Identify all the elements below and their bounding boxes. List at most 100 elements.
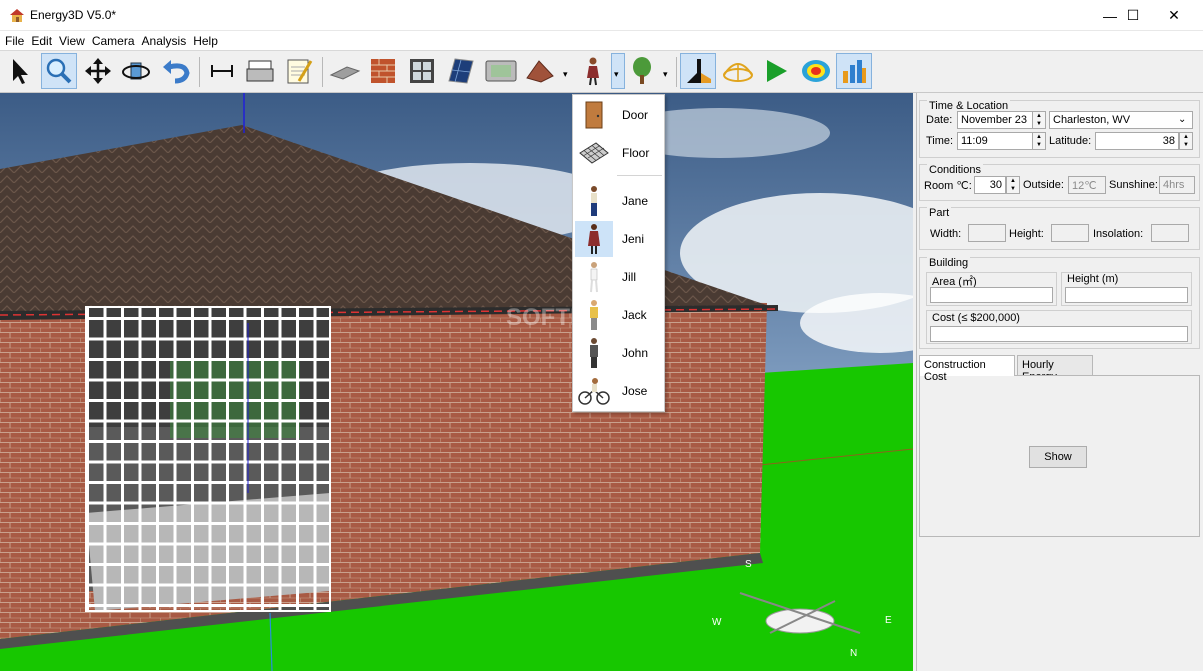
room-temp-spinner[interactable]: ▲ ▼ bbox=[1006, 176, 1020, 194]
sun-path-button[interactable] bbox=[720, 53, 756, 89]
part-group: Part Width: Height: Insolation: bbox=[919, 207, 1200, 250]
latitude-field[interactable]: 38 bbox=[1095, 132, 1179, 150]
zoom-tool-button[interactable] bbox=[41, 53, 77, 89]
john-figure-icon bbox=[575, 335, 613, 371]
compass-w: W bbox=[712, 617, 722, 628]
tab-panel: Show bbox=[919, 375, 1200, 537]
measure-button[interactable] bbox=[204, 53, 240, 89]
building-height-field[interactable] bbox=[1065, 287, 1188, 303]
date-label: Date: bbox=[926, 114, 953, 126]
wall-button[interactable] bbox=[365, 53, 401, 89]
human-dropdown-arrow[interactable]: ▾ bbox=[614, 69, 619, 80]
part-width-label: Width: bbox=[930, 228, 962, 240]
door-icon bbox=[575, 97, 613, 133]
energy-analysis-button[interactable] bbox=[836, 53, 872, 89]
menu-help[interactable]: Help bbox=[193, 34, 218, 48]
tree-button[interactable] bbox=[624, 53, 660, 89]
3d-viewport[interactable]: SOFTPEDIA N S E W bbox=[0, 93, 913, 671]
human-dropdown-menu: Door Floor Jane Jeni Jill Jack John Jose bbox=[572, 94, 665, 412]
latitude-spinner[interactable]: ▲ ▼ bbox=[1179, 132, 1193, 150]
maximize-button[interactable]: ☐ bbox=[1110, 0, 1156, 31]
printer-icon bbox=[246, 60, 274, 82]
sunshine-field: 4hrs bbox=[1159, 176, 1195, 194]
menu-bar: File Edit View Camera Analysis Help bbox=[0, 31, 1203, 51]
shadow-button[interactable] bbox=[680, 53, 716, 89]
date-spinner[interactable]: ▲ ▼ bbox=[1032, 111, 1046, 129]
dropdown-item-jane[interactable]: Jane bbox=[575, 183, 664, 219]
jack-figure-icon bbox=[575, 297, 613, 333]
conditions-title: Conditions bbox=[927, 164, 983, 176]
window-title: Energy3D V5.0* bbox=[30, 8, 117, 22]
dropdown-item-jeni[interactable]: Jeni bbox=[575, 221, 664, 257]
close-button[interactable]: ✕ bbox=[1151, 0, 1197, 31]
dropdown-item-jose[interactable]: Jose bbox=[575, 373, 664, 409]
dropdown-item-floor[interactable]: Floor bbox=[575, 135, 664, 171]
menu-view[interactable]: View bbox=[59, 34, 85, 48]
undo-button[interactable] bbox=[158, 53, 194, 89]
solar-panel-icon bbox=[448, 58, 474, 84]
jose-cyclist-icon bbox=[575, 373, 613, 409]
heatmap-button[interactable] bbox=[798, 53, 834, 89]
roof-button[interactable] bbox=[522, 53, 558, 89]
scene-render: SOFTPEDIA N S E W bbox=[0, 93, 913, 671]
window-icon bbox=[410, 59, 434, 83]
compass-e: E bbox=[885, 615, 892, 626]
toolbar: ▾ ▾ ▾ bbox=[0, 51, 1203, 93]
sensor-button[interactable] bbox=[483, 53, 519, 89]
dropdown-item-jill[interactable]: Jill bbox=[575, 259, 664, 295]
floor-grid-icon bbox=[575, 135, 613, 171]
room-temp-field[interactable]: 30 bbox=[974, 176, 1006, 194]
roof-dropdown-arrow[interactable]: ▾ bbox=[563, 69, 568, 80]
notes-button[interactable] bbox=[281, 53, 317, 89]
jeni-figure-icon bbox=[575, 221, 613, 257]
jill-figure-icon bbox=[575, 259, 613, 295]
area-box: Area (㎡) bbox=[926, 272, 1057, 306]
menu-camera[interactable]: Camera bbox=[92, 34, 135, 48]
foundation-button[interactable] bbox=[327, 53, 363, 89]
bar-chart-icon bbox=[843, 60, 866, 83]
outside-label: Outside: bbox=[1023, 179, 1064, 191]
magnifier-icon bbox=[46, 58, 72, 84]
window-button[interactable] bbox=[404, 53, 440, 89]
dropdown-item-john[interactable]: John bbox=[575, 335, 664, 371]
time-spinner[interactable]: ▲ ▼ bbox=[1032, 132, 1046, 150]
outside-temp-field: 12℃ bbox=[1068, 176, 1106, 194]
time-field[interactable]: 11:09 bbox=[957, 132, 1035, 150]
rotate-tool-button[interactable] bbox=[118, 53, 154, 89]
height-box: Height (m) bbox=[1061, 272, 1192, 306]
dropdown-item-jack[interactable]: Jack bbox=[575, 297, 664, 333]
tab-construction-cost[interactable]: Construction Cost bbox=[919, 355, 1015, 383]
tree-icon bbox=[633, 57, 651, 84]
select-tool-button[interactable] bbox=[3, 53, 39, 89]
rotate-view-icon bbox=[122, 62, 150, 80]
part-height-field bbox=[1051, 224, 1089, 242]
jane-figure-icon bbox=[575, 183, 613, 219]
show-button[interactable]: Show bbox=[1029, 446, 1087, 468]
thermostat-icon bbox=[485, 60, 517, 82]
area-field[interactable] bbox=[930, 287, 1053, 303]
solar-panel-button[interactable] bbox=[443, 53, 479, 89]
tab-hourly-energy[interactable]: Hourly Energy bbox=[1017, 355, 1093, 383]
animate-sun-button[interactable] bbox=[758, 53, 794, 89]
chevron-down-icon: ⌄ bbox=[1178, 114, 1187, 125]
location-combobox[interactable]: Charleston, WV bbox=[1049, 111, 1193, 129]
menu-edit[interactable]: Edit bbox=[31, 34, 52, 48]
building-title: Building bbox=[927, 257, 971, 269]
menu-analysis[interactable]: Analysis bbox=[142, 34, 187, 48]
human-button[interactable] bbox=[575, 53, 611, 89]
foundation-slab-icon bbox=[329, 66, 361, 80]
date-field[interactable]: November 23 bbox=[957, 111, 1035, 129]
insolation-label: Insolation: bbox=[1093, 228, 1144, 240]
compass-s: S bbox=[745, 559, 752, 570]
move-arrows-icon bbox=[85, 58, 111, 84]
person-icon bbox=[587, 57, 599, 86]
menu-file[interactable]: File bbox=[5, 34, 24, 48]
cost-field[interactable] bbox=[930, 326, 1188, 342]
tree-dropdown-arrow[interactable]: ▾ bbox=[663, 69, 668, 80]
brick-wall-icon bbox=[371, 59, 395, 83]
dropdown-item-door[interactable]: Door bbox=[575, 97, 664, 133]
time-label: Time: bbox=[926, 135, 954, 147]
pan-tool-button[interactable] bbox=[80, 53, 116, 89]
annotation-button[interactable] bbox=[242, 53, 278, 89]
undo-arrow-icon bbox=[163, 60, 190, 84]
